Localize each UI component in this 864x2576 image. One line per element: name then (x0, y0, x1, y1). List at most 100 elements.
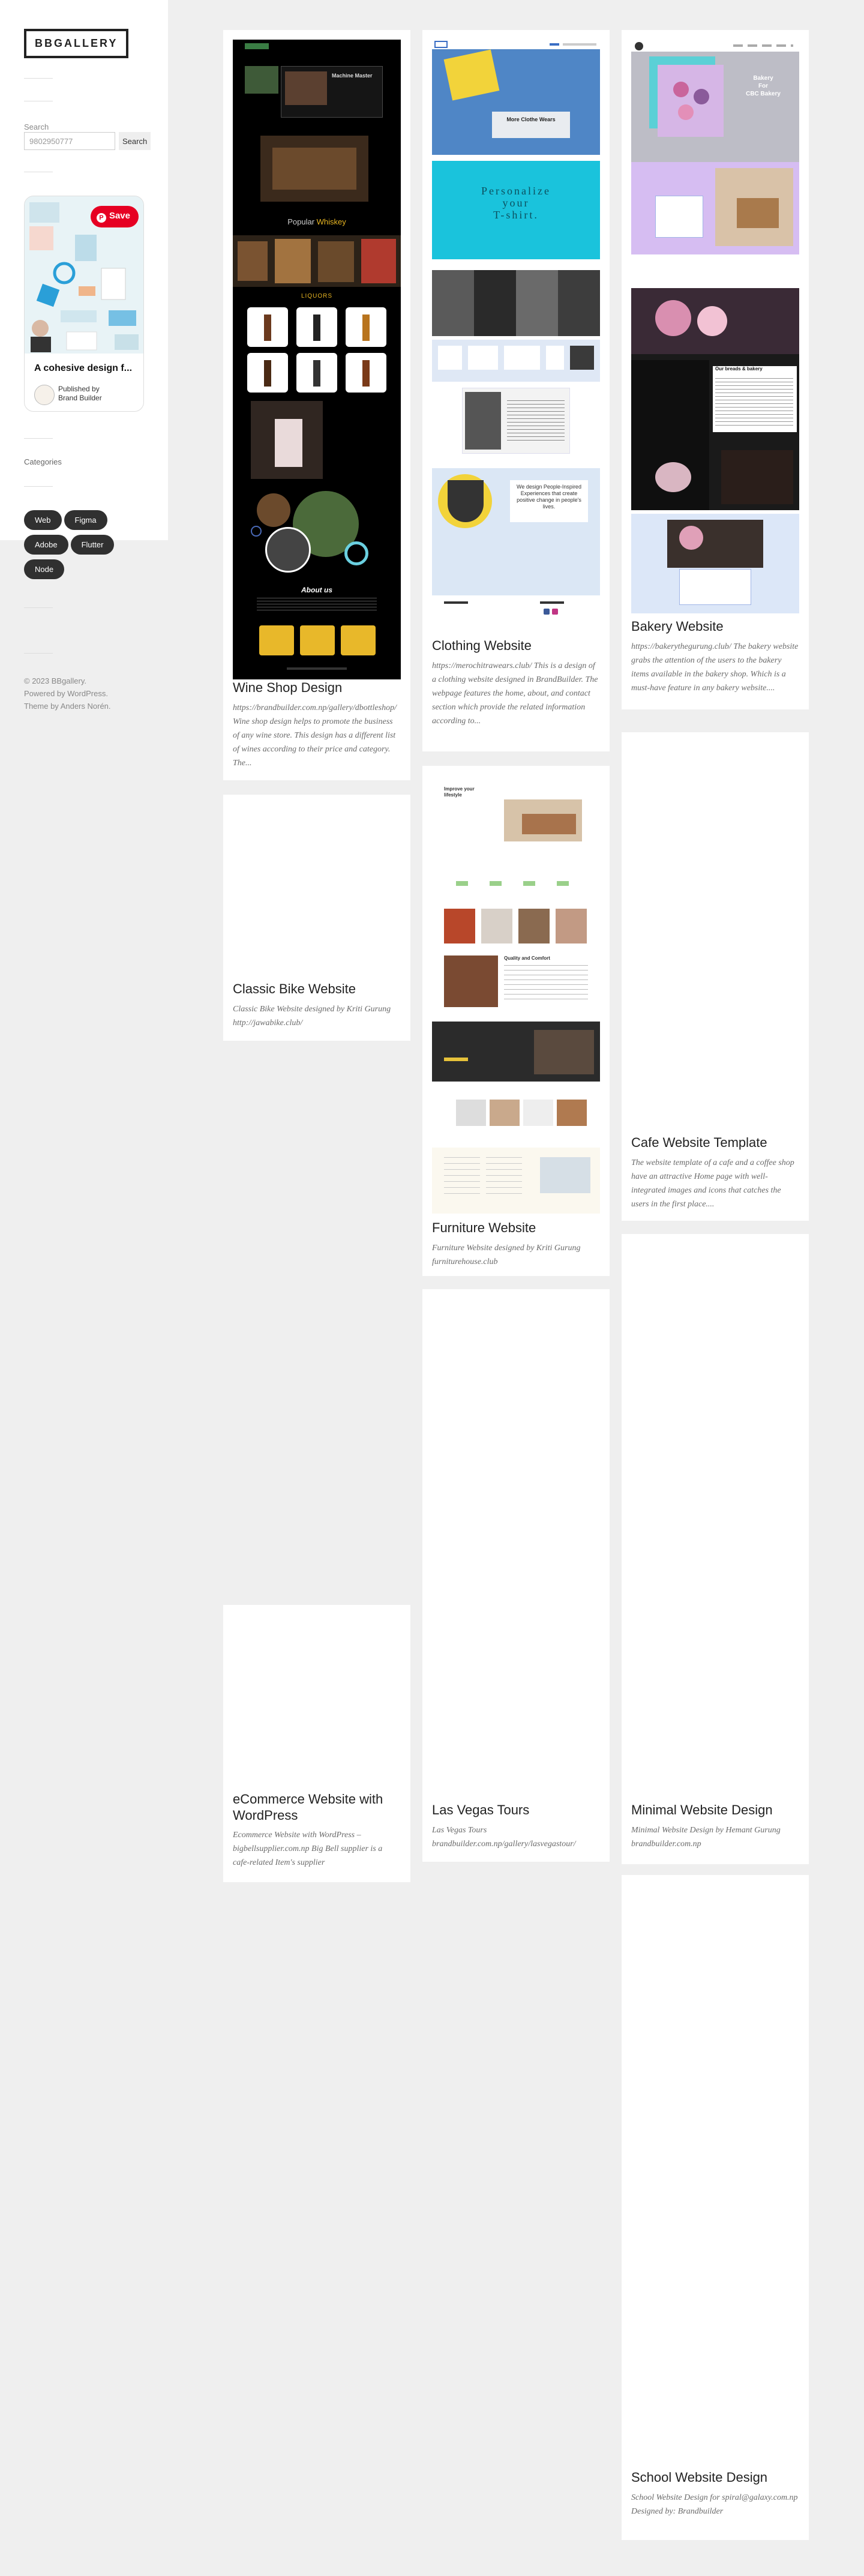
post-card-school-website[interactable]: School Website Design School Website Des… (622, 1875, 809, 2540)
pin-publisher: Published by Brand Builder (58, 385, 102, 403)
clothing-tshirt-text: Personalize your T-shirt. (432, 185, 600, 221)
bakery-hero-line: Bakery (753, 75, 773, 82)
tshirt-line: your (502, 197, 530, 209)
furniture-quality-image (444, 955, 498, 1007)
theme-credit[interactable]: Theme by Anders Norén. (24, 700, 111, 712)
pin-image[interactable]: P Save (25, 196, 143, 354)
post-thumbnail[interactable]: Bakery For CBC Bakery Our breads & baker… (631, 40, 799, 613)
furniture-testimonial (432, 1022, 600, 1082)
tshirt-line: Personalize (481, 185, 551, 197)
pinterest-pin-card[interactable]: P Save A cohesive design f... Published b… (24, 196, 144, 412)
post-title[interactable]: Clothing Website (432, 637, 600, 654)
post-title[interactable]: Minimal Website Design (631, 1802, 799, 1818)
pinterest-icon: P (96, 213, 106, 223)
wine-image (245, 66, 278, 94)
pin-save-button[interactable]: P Save (90, 206, 139, 227)
site-title[interactable]: BBGALLERY (24, 29, 129, 58)
post-title[interactable]: Las Vegas Tours (432, 1802, 600, 1818)
clothing-gallery (432, 270, 600, 336)
sidebar: BBGALLERY Search Search PSave (0, 0, 168, 540)
post-excerpt: School Website Design for spiral@galaxy.… (631, 2493, 798, 2516)
post-card-classic-bike[interactable]: Classic Bike Website Classic Bike Websit… (223, 795, 410, 1041)
clothing-hero: More Clothe Wears (432, 49, 600, 155)
clothing-tshirt-banner: Personalize your T-shirt. (432, 161, 600, 259)
post-card-minimal-website[interactable]: Minimal Website Design Minimal Website D… (622, 1234, 809, 1864)
post-card-bakery[interactable]: Bakery For CBC Bakery Our breads & baker… (622, 30, 809, 709)
post-thumbnail[interactable]: More Clothe Wears Personalize your T-shi… (432, 40, 600, 631)
publisher-name[interactable]: Brand Builder (58, 394, 102, 403)
search-label: Search (24, 122, 49, 131)
post-thumbnail[interactable]: Improve your lifestyle Quality and Comfo… (432, 775, 600, 1220)
post-title[interactable]: eCommerce Website with WordPress (233, 1791, 401, 1823)
post-title[interactable]: School Website Design (631, 2469, 799, 2485)
wine-popular-highlight: Whiskey (316, 217, 346, 226)
wine-footer (287, 667, 347, 670)
tshirt-line: T-shirt. (493, 209, 539, 221)
publisher-avatar (34, 385, 55, 405)
post-excerpt: Minimal Website Design by Hemant Gurung … (631, 1826, 781, 1849)
clothing-quote-section: We design People-Inspired Experiences th… (432, 468, 600, 595)
wine-liquors-heading: LIQUORS (301, 293, 332, 299)
pin-save-label: Save (109, 211, 130, 221)
category-tags: Web Figma Adobe FlutterNode (24, 510, 144, 584)
post-title[interactable]: Wine Shop Design (233, 679, 401, 696)
furniture-hero-image (504, 799, 582, 841)
search-input[interactable] (24, 132, 115, 150)
bakery-treats: Our breads & bakery (631, 288, 799, 510)
powered-by[interactable]: Powered by WordPress. (24, 687, 111, 700)
wine-logo (245, 43, 269, 49)
wine-bottles-image (260, 136, 368, 202)
bakery-hero-line: CBC Bakery (746, 91, 781, 97)
post-excerpt: Las Vegas Tours brandbuilder.com.np/gall… (432, 1826, 576, 1849)
wine-decor-ring (344, 541, 368, 565)
tag-adobe[interactable]: Adobe (24, 535, 68, 555)
post-title[interactable]: Cafe Website Template (631, 1134, 799, 1151)
wine-contact-box (259, 625, 294, 655)
post-card-cafe-template[interactable]: Cafe Website Template The website templa… (622, 732, 809, 1221)
divider (24, 653, 53, 654)
wine-contact-box (341, 625, 376, 655)
post-title[interactable]: Classic Bike Website (233, 981, 401, 997)
furniture-quality-text: Quality and Comfort (504, 955, 550, 961)
search-button[interactable]: Search (119, 132, 151, 150)
clothing-nav (432, 40, 600, 49)
wine-circle-image (257, 493, 290, 527)
post-thumbnail[interactable]: Machine Master Popular Whiskey LIQUORS A… (233, 40, 401, 679)
tag-web[interactable]: Web (24, 510, 62, 530)
bakery-nav (733, 44, 793, 47)
clothing-products (432, 340, 600, 382)
clothing-hero-text: More Clothe Wears (506, 116, 556, 122)
furniture-quality-lines (504, 965, 588, 1001)
post-card-ecommerce[interactable]: eCommerce Website with WordPress Ecommer… (223, 1605, 410, 1882)
bakery-hero-text: Bakery For CBC Bakery (733, 74, 793, 98)
bakery-contact (631, 514, 799, 613)
divider (24, 486, 53, 487)
tag-figma[interactable]: Figma (64, 510, 107, 530)
post-card-las-vegas[interactable]: Las Vegas Tours Las Vegas Tours brandbui… (422, 1289, 610, 1862)
post-card-furniture[interactable]: Improve your lifestyle Quality and Comfo… (422, 766, 610, 1276)
post-card-wine-shop[interactable]: Machine Master Popular Whiskey LIQUORS A… (223, 30, 410, 780)
post-excerpt: https://bakerythegurung.club/ The bakery… (631, 642, 799, 693)
furniture-hero-text: Improve your lifestyle (444, 786, 475, 798)
bakery-hero: Bakery For CBC Bakery (631, 52, 799, 162)
post-excerpt: Furniture Website designed by Kriti Guru… (432, 1244, 581, 1266)
furniture-features (456, 881, 576, 886)
wine-circle-image (265, 527, 311, 573)
post-excerpt: Classic Bike Website designed by Kriti G… (233, 1005, 391, 1028)
wine-about-heading: About us (301, 586, 332, 594)
tag-node[interactable]: Node (24, 559, 65, 579)
pin-title[interactable]: A cohesive design f... (34, 363, 140, 374)
post-title[interactable]: Bakery Website (631, 618, 799, 634)
post-card-clothing[interactable]: More Clothe Wears Personalize your T-shi… (422, 30, 610, 751)
site-footer: © 2023 BBgallery. Powered by WordPress. … (24, 675, 111, 712)
post-excerpt: Ecommerce Website with WordPress – bigbe… (233, 1831, 383, 1867)
bakery-hero-line: For (758, 83, 769, 89)
wine-product-grid (247, 307, 386, 394)
divider (24, 607, 53, 608)
wine-whiskey-strip (233, 235, 401, 287)
divider (24, 438, 53, 439)
post-title[interactable]: Furniture Website (432, 1220, 600, 1236)
bakery-logo (635, 42, 643, 50)
wine-popular-prefix: Popular (287, 217, 315, 226)
tag-flutter[interactable]: Flutter (70, 535, 115, 555)
